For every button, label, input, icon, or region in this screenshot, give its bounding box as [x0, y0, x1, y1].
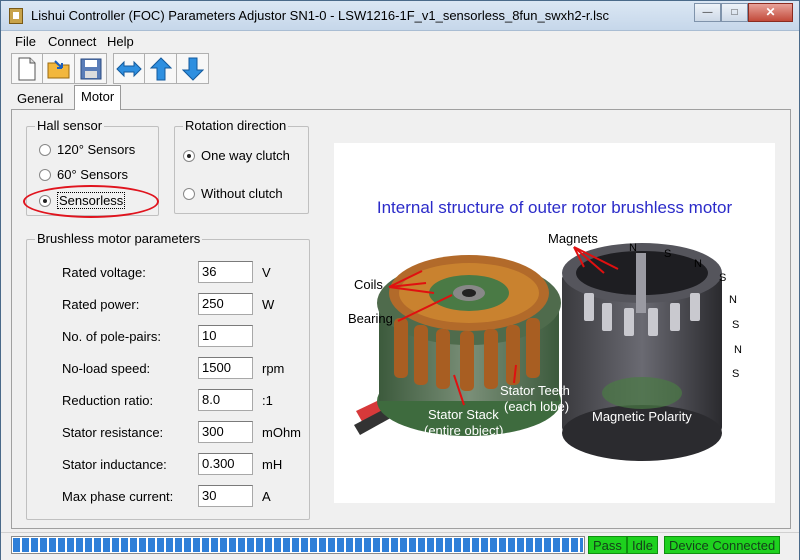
pole-s: S [732, 319, 739, 331]
device-status: Device Connected [664, 536, 781, 554]
pole-s: S [719, 272, 726, 284]
radio-60-sensors[interactable]: 60° Sensors [39, 167, 128, 182]
param-label: Stator inductance: [62, 457, 167, 472]
idle-status: Idle [627, 536, 658, 554]
status-bar: Pass Idle Device Connected [1, 532, 799, 560]
param-unit: W [262, 297, 275, 312]
tab-general[interactable]: General [11, 89, 69, 110]
label-magnets: Magnets [548, 231, 598, 246]
hall-sensor-title: Hall sensor [35, 118, 105, 133]
title-bar[interactable]: Lishui Controller (FOC) Parameters Adjus… [1, 1, 799, 31]
pass-status: Pass [588, 536, 627, 554]
toolbar [11, 53, 209, 85]
pole-s: S [664, 248, 671, 260]
motor-params-title: Brushless motor parameters [35, 231, 203, 246]
pole-n: N [694, 258, 702, 270]
no-load-speed-input[interactable]: 1500 [198, 357, 253, 379]
menu-file[interactable]: File [15, 34, 36, 49]
annotation-ellipse [23, 185, 159, 218]
radio-button[interactable] [39, 143, 51, 156]
rotation-direction-title: Rotation direction [183, 118, 289, 133]
menu-help[interactable]: Help [107, 34, 134, 49]
radio-button[interactable] [39, 168, 51, 181]
open-folder-icon [47, 59, 69, 78]
app-icon [9, 8, 23, 24]
param-label: Stator resistance: [62, 425, 164, 440]
motor-illustration: N S N S N S N S Magnets Coils Bearing St… [348, 231, 742, 461]
label-coils: Coils [354, 277, 383, 292]
menu-connect[interactable]: Connect [48, 34, 96, 49]
label-stator-stack: Stator Stack [428, 407, 499, 422]
param-unit: mOhm [262, 425, 301, 440]
maximize-button[interactable]: □ [721, 3, 748, 22]
label-stator-teeth-sub: (each lobe) [504, 399, 569, 414]
param-unit: V [262, 265, 271, 280]
motor-structure-image: Internal structure of outer rotor brushl… [334, 143, 775, 503]
radio-label: Without clutch [201, 186, 283, 201]
param-label: No-load speed: [62, 361, 151, 376]
param-unit: mH [262, 457, 283, 472]
save-button[interactable] [75, 53, 107, 84]
max-phase-current-input[interactable]: 30 [198, 485, 253, 507]
label-stator-stack-sub: (entire object) [424, 423, 503, 438]
label-bearing: Bearing [348, 311, 393, 326]
radio-one-way-clutch[interactable]: One way clutch [183, 148, 290, 163]
param-label: Rated power: [62, 297, 140, 312]
pole-s: S [732, 368, 739, 380]
param-label: No. of pole-pairs: [62, 329, 161, 344]
new-file-icon [18, 57, 36, 80]
stator-resistance-input[interactable]: 300 [198, 421, 253, 443]
up-arrow-icon [149, 56, 172, 80]
transfer-button[interactable] [113, 53, 145, 84]
param-label: Rated voltage: [62, 265, 146, 280]
radio-button-selected[interactable] [183, 149, 195, 162]
motor-tab-panel: Hall sensor 120° Sensors 60° Sensors Sen… [11, 109, 791, 529]
pole-n: N [734, 344, 742, 356]
param-unit: rpm [262, 361, 285, 376]
save-icon [80, 58, 101, 79]
pole-n: N [629, 242, 637, 254]
param-unit: A [262, 489, 271, 504]
window-title: Lishui Controller (FOC) Parameters Adjus… [31, 8, 610, 23]
close-button[interactable]: ✕ [748, 3, 793, 22]
stator-inductance-input[interactable]: 0.300 [198, 453, 253, 475]
menu-bar: File Connect Help [1, 32, 799, 52]
down-arrow-icon [181, 57, 204, 81]
param-label: Max phase current: [62, 489, 174, 504]
param-label: Reduction ratio: [62, 393, 154, 408]
upload-button[interactable] [145, 53, 177, 84]
rated-voltage-input[interactable]: 36 [198, 261, 253, 283]
app-window: Lishui Controller (FOC) Parameters Adjus… [0, 0, 800, 560]
label-magnetic-polarity: Magnetic Polarity [592, 409, 692, 424]
progress-bar [11, 536, 585, 554]
label-stator-teeth: Stator Teeth [500, 383, 570, 398]
pole-n: N [729, 294, 737, 306]
motor-params-group: Brushless motor parameters [26, 231, 310, 520]
download-button[interactable] [177, 53, 209, 84]
radio-label: 60° Sensors [57, 167, 128, 182]
radio-label: One way clutch [201, 148, 290, 163]
radio-120-sensors[interactable]: 120° Sensors [39, 142, 135, 157]
minimize-button[interactable]: — [694, 3, 721, 22]
reduction-ratio-input[interactable]: 8.0 [198, 389, 253, 411]
left-right-arrow-icon [116, 60, 142, 77]
radio-label: 120° Sensors [57, 142, 136, 157]
rated-power-input[interactable]: 250 [198, 293, 253, 315]
radio-without-clutch[interactable]: Without clutch [183, 186, 283, 201]
rotation-direction-group: Rotation direction One way clutch Withou… [174, 118, 309, 214]
radio-button[interactable] [183, 187, 195, 200]
progress-fill [13, 538, 583, 552]
tab-motor[interactable]: Motor [74, 85, 122, 110]
window-controls: — □ ✕ [694, 3, 793, 23]
pole-pairs-input[interactable]: 10 [198, 325, 253, 347]
param-unit: :1 [262, 393, 273, 408]
new-file-button[interactable] [11, 53, 43, 84]
stator-coils [389, 255, 549, 331]
open-button[interactable] [43, 53, 75, 84]
